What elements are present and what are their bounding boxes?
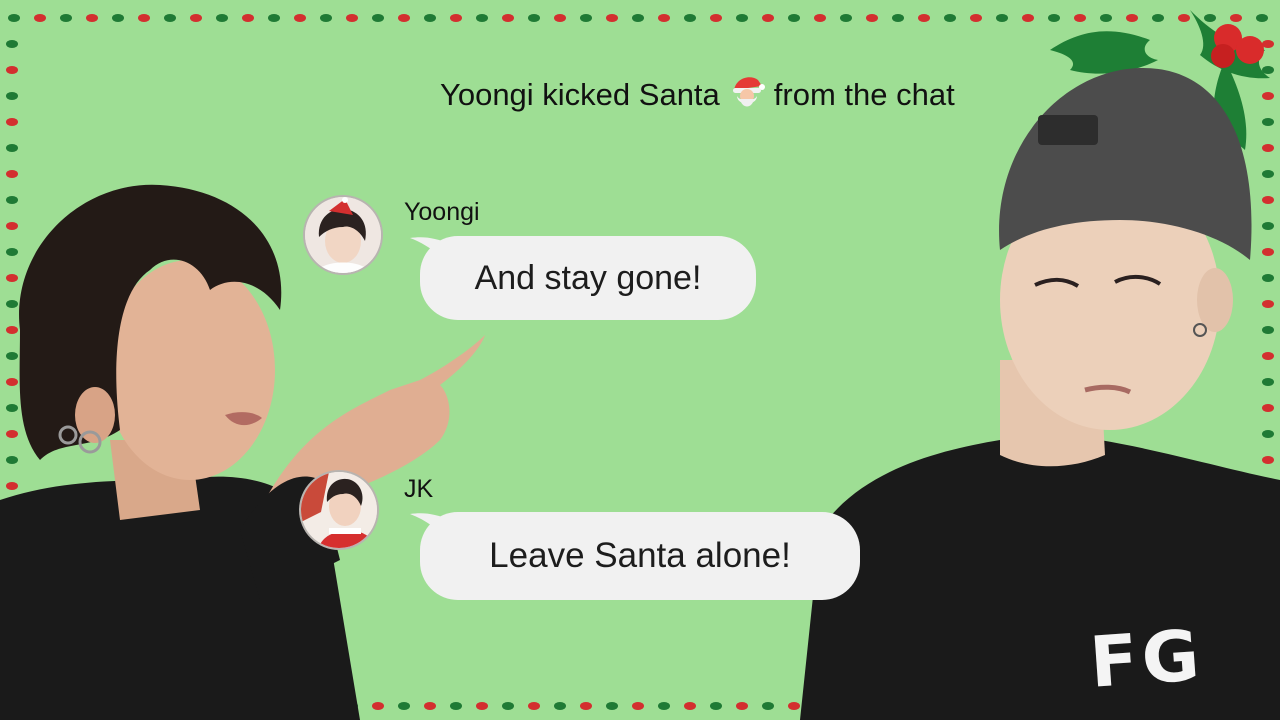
border-dot bbox=[502, 702, 514, 710]
border-dot bbox=[684, 14, 696, 22]
border-dot bbox=[710, 14, 722, 22]
border-dot bbox=[606, 702, 618, 710]
system-message-suffix: from the chat bbox=[773, 77, 955, 112]
border-dot bbox=[138, 14, 150, 22]
border-dot bbox=[320, 14, 332, 22]
border-dot bbox=[164, 14, 176, 22]
border-dot bbox=[528, 14, 540, 22]
border-dot bbox=[554, 702, 566, 710]
border-dot bbox=[580, 14, 592, 22]
border-dot bbox=[1022, 14, 1034, 22]
message-text: Leave Santa alone! bbox=[489, 536, 791, 575]
system-message: Yoongi kicked Santa from the chat bbox=[440, 72, 955, 118]
border-dot bbox=[736, 14, 748, 22]
border-dot bbox=[970, 14, 982, 22]
message-text: And stay gone! bbox=[474, 258, 702, 297]
shirt-print-text: FG bbox=[1087, 614, 1207, 704]
border-dot bbox=[190, 14, 202, 22]
border-dot bbox=[554, 14, 566, 22]
border-dot bbox=[6, 170, 18, 178]
border-dot bbox=[372, 14, 384, 22]
border-dot bbox=[424, 14, 436, 22]
border-dot bbox=[814, 14, 826, 22]
border-dot bbox=[60, 14, 72, 22]
avatar-yoongi[interactable] bbox=[305, 197, 381, 273]
border-dot bbox=[398, 14, 410, 22]
border-dot bbox=[632, 14, 644, 22]
sender-name: Yoongi bbox=[404, 198, 480, 226]
border-dot bbox=[658, 702, 670, 710]
border-dot bbox=[268, 14, 280, 22]
border-dot bbox=[528, 702, 540, 710]
border-dot bbox=[6, 66, 18, 74]
border-dot bbox=[892, 14, 904, 22]
message-bubble[interactable]: And stay gone! bbox=[410, 236, 756, 320]
bubble-tail bbox=[410, 237, 450, 268]
border-dot bbox=[684, 702, 696, 710]
border-dot bbox=[6, 40, 18, 48]
border-dot bbox=[762, 702, 774, 710]
border-dot bbox=[8, 14, 20, 22]
border-dot bbox=[476, 14, 488, 22]
border-dot bbox=[762, 14, 774, 22]
border-dot bbox=[788, 14, 800, 22]
bubble-tail bbox=[410, 513, 450, 544]
border-dot bbox=[502, 14, 514, 22]
border-dot bbox=[918, 14, 930, 22]
border-dot bbox=[606, 14, 618, 22]
santa-face-icon bbox=[728, 72, 766, 118]
border-dot bbox=[944, 14, 956, 22]
border-dot bbox=[34, 14, 46, 22]
system-message-prefix: Yoongi kicked Santa bbox=[440, 77, 720, 112]
border-dot bbox=[658, 14, 670, 22]
message-bubble[interactable]: Leave Santa alone! bbox=[410, 512, 860, 600]
border-dot bbox=[346, 14, 358, 22]
border-dot bbox=[996, 14, 1008, 22]
border-dot bbox=[6, 92, 18, 100]
border-dot bbox=[450, 14, 462, 22]
border-dot bbox=[710, 702, 722, 710]
border-dot bbox=[788, 702, 800, 710]
border-dot bbox=[736, 702, 748, 710]
border-dot bbox=[840, 14, 852, 22]
border-dot bbox=[6, 144, 18, 152]
chat-canvas: FG Yoongi kicked Santa from the chat Yoo bbox=[0, 0, 1280, 720]
sender-name: JK bbox=[404, 475, 434, 503]
border-dot bbox=[632, 702, 644, 710]
border-dot bbox=[86, 14, 98, 22]
border-dot bbox=[112, 14, 124, 22]
border-dot bbox=[580, 702, 592, 710]
border-dot bbox=[294, 14, 306, 22]
border-dot bbox=[6, 118, 18, 126]
border-dot bbox=[866, 14, 878, 22]
person-beanie-photo bbox=[800, 67, 1280, 720]
border-dot bbox=[242, 14, 254, 22]
border-dot bbox=[216, 14, 228, 22]
avatar-jk[interactable] bbox=[301, 472, 377, 548]
